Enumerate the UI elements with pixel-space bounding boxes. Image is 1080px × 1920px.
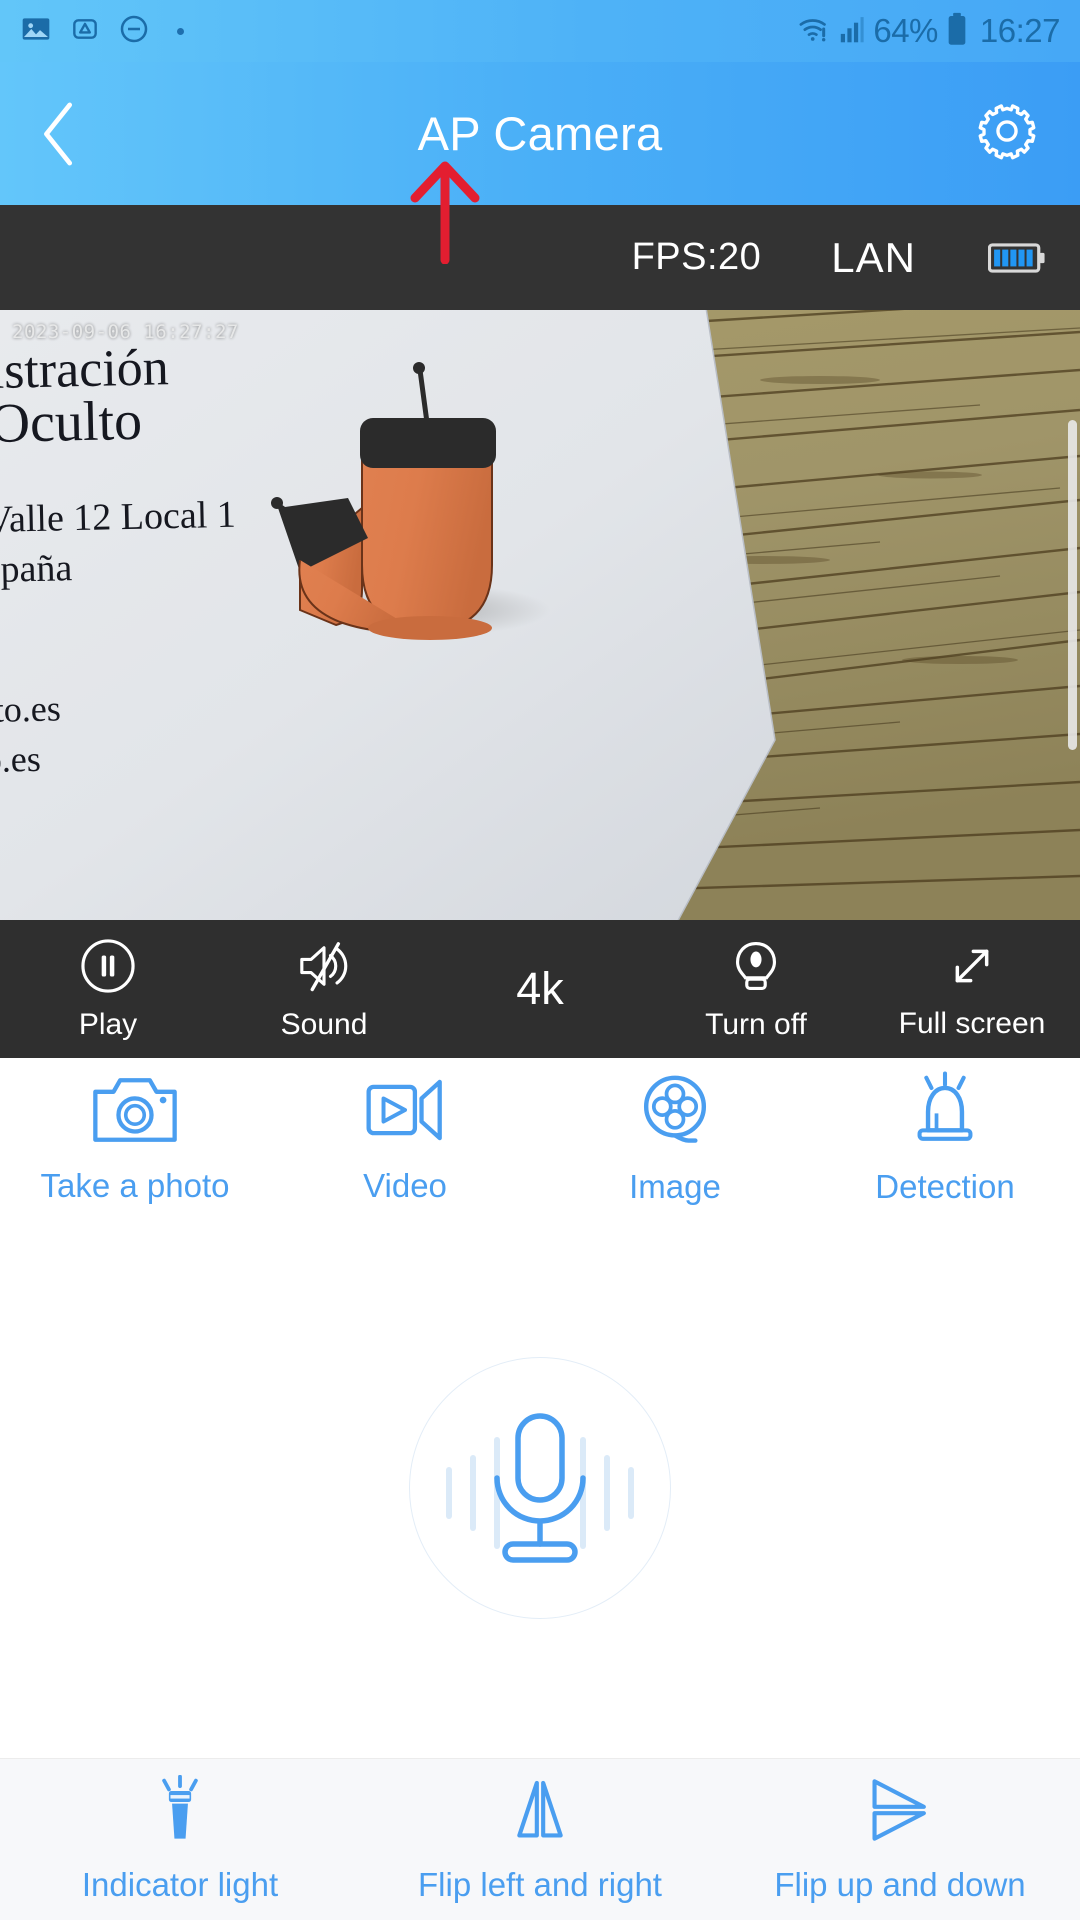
app-header: AP Camera bbox=[0, 62, 1080, 205]
alarm-siren-icon bbox=[904, 1071, 986, 1154]
video-button[interactable]: Video bbox=[270, 1072, 540, 1205]
take-photo-button[interactable]: Take a photo bbox=[0, 1072, 270, 1205]
player-control-bar: Play Sound 4k Turn off Full screen bbox=[0, 920, 1080, 1058]
detection-label: Detection bbox=[875, 1167, 1015, 1205]
signal-bars-icon bbox=[839, 15, 865, 48]
image-label: Image bbox=[629, 1167, 721, 1205]
gear-icon bbox=[978, 104, 1036, 160]
flip-horizontal-label: Flip left and right bbox=[418, 1866, 662, 1903]
fullscreen-button[interactable]: Full screen bbox=[864, 938, 1080, 1041]
take-photo-label: Take a photo bbox=[40, 1166, 230, 1204]
fps-label: FPS:20 bbox=[631, 236, 762, 278]
page-title: AP Camera bbox=[417, 107, 663, 160]
device-battery-icon bbox=[988, 240, 1046, 276]
video-camera-icon bbox=[361, 1072, 449, 1153]
resolution-4k-text: 4k bbox=[516, 963, 564, 1014]
indicator-light-button[interactable]: Indicator light bbox=[0, 1774, 360, 1904]
dot-icon bbox=[177, 27, 184, 35]
camera-icon bbox=[90, 1072, 180, 1153]
status-bar-right-icons: 64% 16:27 bbox=[797, 12, 1061, 51]
flip-vertical-icon bbox=[865, 1775, 935, 1850]
camera-video-feed[interactable]: istración Oculto Valle 12 Local 1 spaña … bbox=[0, 310, 1080, 920]
flip-horizontal-button[interactable]: Flip left and right bbox=[360, 1775, 720, 1904]
svg-text:lto.es: lto.es bbox=[0, 688, 61, 730]
wifi-alert-icon bbox=[797, 14, 831, 49]
sound-muted-icon bbox=[294, 937, 354, 1000]
flip-vertical-label: Flip up and down bbox=[774, 1866, 1026, 1903]
svg-text:spaña: spaña bbox=[0, 547, 73, 591]
sound-label: Sound bbox=[280, 1007, 368, 1041]
settings-button[interactable] bbox=[976, 100, 1038, 167]
stream-info-bar: FPS:20 LAN bbox=[0, 205, 1080, 310]
play-label: Play bbox=[78, 1007, 138, 1041]
do-not-disturb-icon bbox=[118, 13, 150, 50]
svg-text:Oculto: Oculto bbox=[0, 390, 143, 455]
voice-talk-area bbox=[0, 1218, 1080, 1758]
flip-horizontal-icon bbox=[505, 1775, 575, 1850]
play-pause-button[interactable]: Play bbox=[0, 937, 216, 1042]
resolution-button[interactable]: 4k bbox=[432, 963, 648, 1015]
full-screen-label: Full screen bbox=[898, 1006, 1046, 1040]
push-to-talk-button[interactable] bbox=[409, 1357, 671, 1619]
bottom-toolbar: Indicator light Flip left and right Flip… bbox=[0, 1758, 1080, 1920]
fullscreen-expand-icon bbox=[943, 938, 1001, 999]
turn-off-label: Turn off bbox=[705, 1007, 807, 1041]
pause-circle-icon bbox=[79, 937, 137, 1000]
video-timestamp-overlay: 2023-09-06 16:27:27 bbox=[12, 321, 239, 343]
microphone-icon bbox=[446, 1413, 634, 1563]
film-reel-icon bbox=[632, 1071, 718, 1154]
svg-text:Valle 12 Local 1: Valle 12 Local 1 bbox=[0, 494, 236, 541]
status-bar: 64% 16:27 bbox=[0, 0, 1080, 62]
light-bulb-icon bbox=[729, 937, 783, 1000]
status-bar-left-icons bbox=[20, 13, 184, 50]
svg-text:o.es: o.es bbox=[0, 739, 41, 780]
video-scrollbar[interactable] bbox=[1068, 420, 1077, 750]
detection-button[interactable]: Detection bbox=[810, 1071, 1080, 1206]
sound-toggle-button[interactable]: Sound bbox=[216, 937, 432, 1042]
flashlight-icon bbox=[153, 1774, 207, 1850]
network-mode-label: LAN bbox=[831, 233, 916, 281]
photo-icon bbox=[20, 13, 52, 50]
clock-label: 16:27 bbox=[979, 12, 1061, 49]
action-row: Take a photo Video Image Detection bbox=[0, 1058, 1080, 1218]
affinity-triangle-icon bbox=[69, 13, 101, 50]
video-label: Video bbox=[363, 1166, 447, 1204]
flip-vertical-button[interactable]: Flip up and down bbox=[720, 1775, 1080, 1904]
image-button[interactable]: Image bbox=[540, 1071, 810, 1206]
battery-icon bbox=[946, 12, 968, 51]
indicator-light-label: Indicator light bbox=[81, 1866, 279, 1903]
turn-off-button[interactable]: Turn off bbox=[648, 937, 864, 1042]
battery-percent-label: 64% bbox=[873, 12, 938, 49]
